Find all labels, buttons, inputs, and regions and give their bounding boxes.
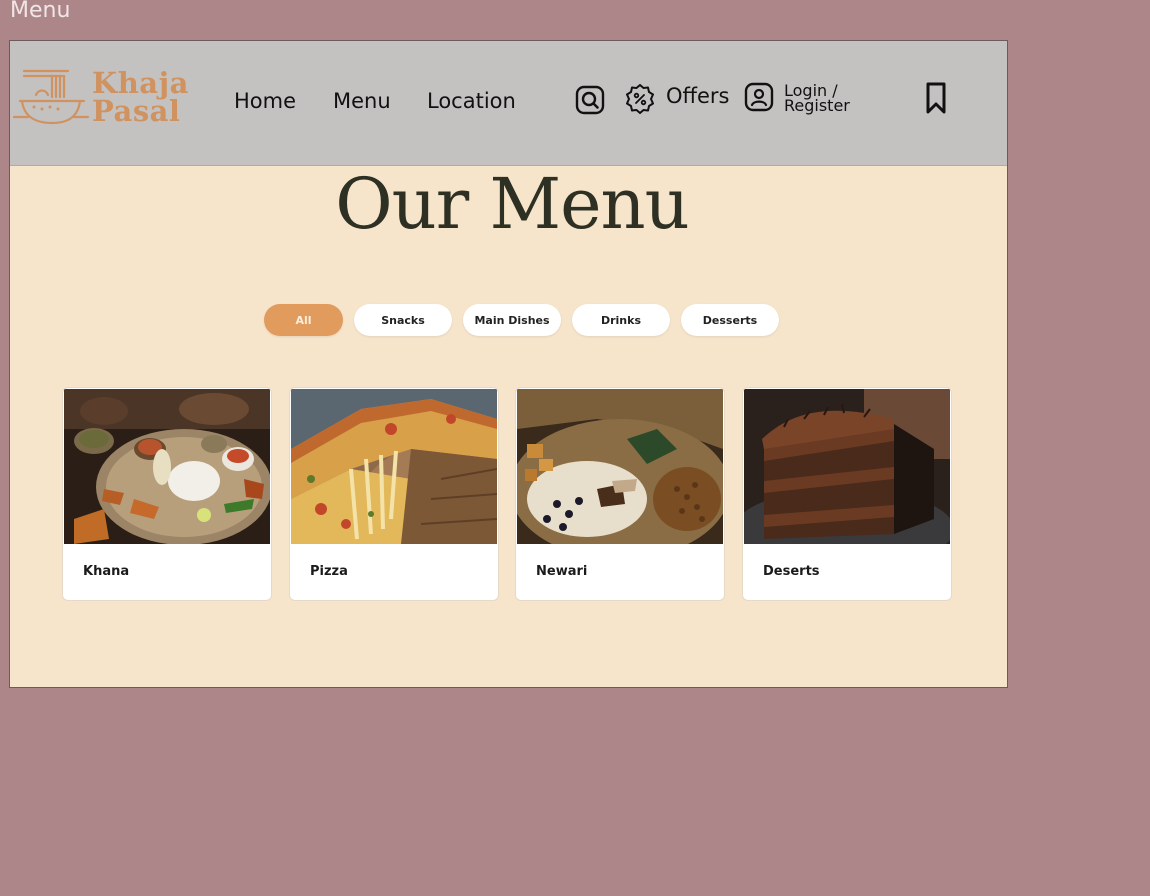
card-title: Newari bbox=[536, 564, 588, 579]
filter-drinks[interactable]: Drinks bbox=[572, 304, 670, 336]
filter-main-dishes[interactable]: Main Dishes bbox=[463, 304, 561, 336]
menu-card-khana[interactable]: Khana bbox=[62, 387, 272, 601]
site-header: Khaja Pasal Home Menu Location Offers Lo… bbox=[10, 41, 1007, 166]
filter-all[interactable]: All bbox=[264, 304, 343, 336]
filter-desserts[interactable]: Desserts bbox=[681, 304, 779, 336]
noodle-bowl-icon bbox=[12, 69, 90, 125]
pizza-image bbox=[291, 389, 497, 544]
nav-home[interactable]: Home bbox=[234, 89, 296, 113]
menu-page: Khaja Pasal Home Menu Location Offers Lo… bbox=[9, 40, 1008, 688]
search-button[interactable] bbox=[575, 85, 605, 120]
menu-card-newari[interactable]: Newari bbox=[515, 387, 725, 601]
menu-card-pizza[interactable]: Pizza bbox=[289, 387, 499, 601]
discount-badge-icon bbox=[626, 84, 654, 114]
page-title: Our Menu bbox=[335, 163, 689, 245]
search-icon bbox=[575, 85, 605, 115]
nav-menu[interactable]: Menu bbox=[333, 89, 391, 113]
nav-location[interactable]: Location bbox=[427, 89, 516, 113]
login-button[interactable] bbox=[744, 82, 774, 117]
frame-label: Menu bbox=[10, 0, 71, 23]
offers-label[interactable]: Offers bbox=[666, 84, 730, 108]
card-title: Khana bbox=[83, 564, 130, 579]
register-label: Register bbox=[784, 96, 850, 115]
khana-image bbox=[64, 389, 270, 544]
card-title: Deserts bbox=[763, 564, 820, 579]
brand-logo[interactable]: Khaja Pasal bbox=[12, 67, 188, 129]
filter-snacks[interactable]: Snacks bbox=[354, 304, 452, 336]
bookmark-icon bbox=[926, 82, 946, 114]
card-title: Pizza bbox=[310, 564, 348, 579]
brand-name: Khaja Pasal bbox=[92, 66, 189, 128]
newari-image bbox=[517, 389, 723, 544]
brand-line-2: Pasal bbox=[92, 94, 181, 128]
login-register-link[interactable]: Login / Register bbox=[784, 83, 864, 115]
brand-line-1: Khaja bbox=[92, 66, 189, 100]
menu-card-deserts[interactable]: Deserts bbox=[742, 387, 952, 601]
bookmark-button[interactable] bbox=[925, 81, 947, 120]
user-icon bbox=[744, 82, 774, 112]
offers-button[interactable] bbox=[624, 83, 656, 120]
deserts-image bbox=[744, 389, 950, 544]
